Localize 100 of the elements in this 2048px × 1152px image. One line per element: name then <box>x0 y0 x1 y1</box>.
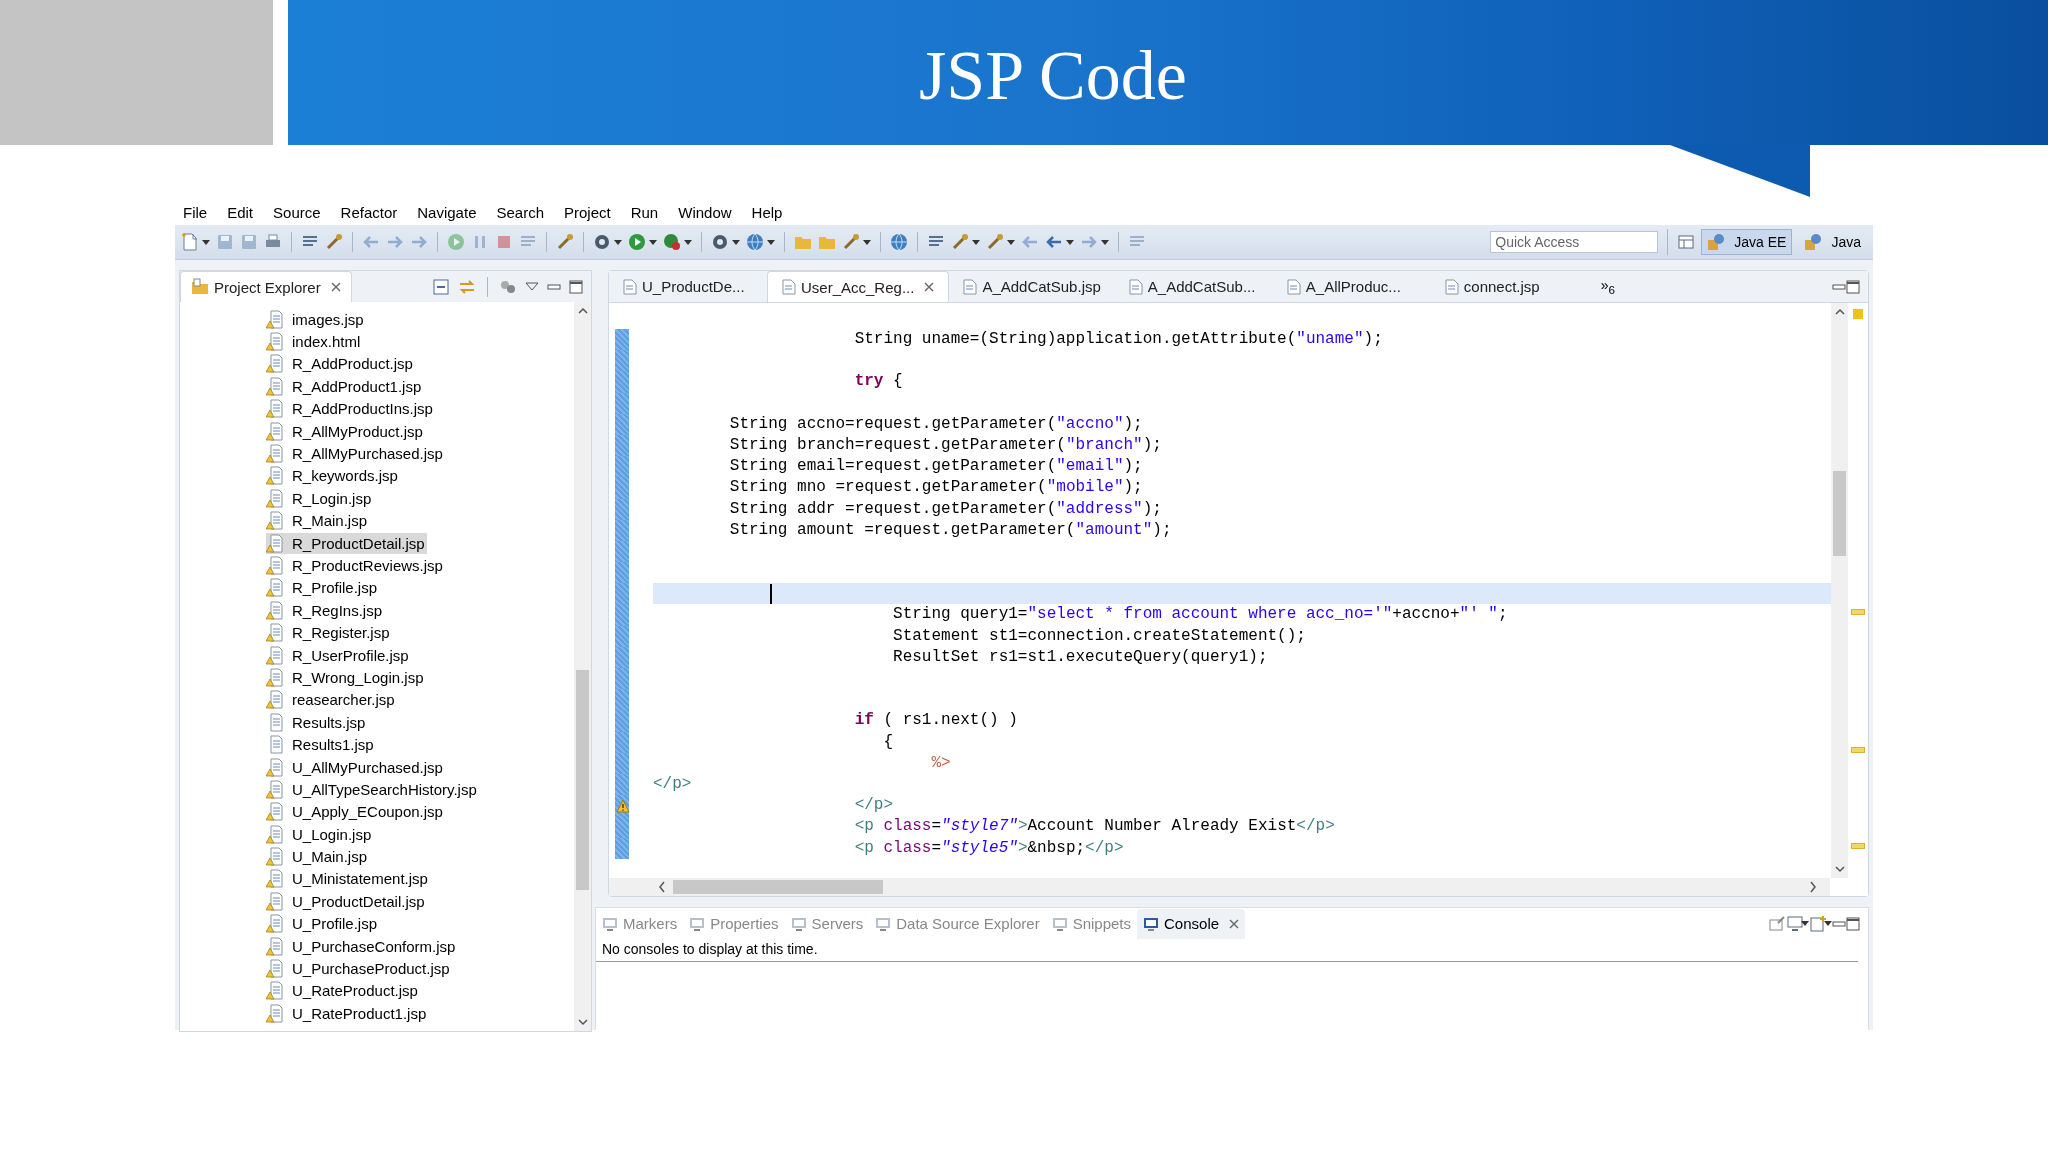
explorer-item[interactable]: R_ProductReviews.jsp <box>266 555 445 576</box>
explorer-item[interactable]: R_AllMyProduct.jsp <box>266 420 425 442</box>
editor-tab[interactable]: U_ProductDe... <box>609 271 767 302</box>
scroll-thumb[interactable] <box>1833 471 1846 556</box>
caret-icon[interactable] <box>1824 921 1832 926</box>
display-console-icon[interactable] <box>1786 914 1804 933</box>
perspective-button[interactable]: Java <box>1798 229 1867 255</box>
explorer-item[interactable]: index.html <box>266 331 363 353</box>
caret-icon[interactable] <box>972 239 980 245</box>
view-tab[interactable]: Servers <box>784 908 870 939</box>
scroll-thumb[interactable] <box>576 670 589 890</box>
explorer-item[interactable]: R_Profile.jsp <box>266 577 380 599</box>
editor-tab[interactable]: connect.jsp <box>1430 271 1589 302</box>
explorer-item[interactable]: R_AddProduct.jsp <box>266 353 415 375</box>
change-bar <box>615 350 629 372</box>
explorer-item[interactable]: U_RateProduct.jsp <box>266 980 420 1002</box>
menu-item[interactable]: File <box>183 203 208 221</box>
caret-icon[interactable] <box>863 239 871 245</box>
view-tab[interactable]: Data Source Explorer <box>869 908 1046 939</box>
minimize-icon[interactable] <box>547 282 561 291</box>
menu-item[interactable]: Project <box>564 203 611 221</box>
more-tabs-button[interactable]: »$_{6}$ <box>1600 277 1616 296</box>
view-tab[interactable]: Snippets <box>1045 908 1137 939</box>
minimize-icon[interactable] <box>1832 919 1846 928</box>
menu-item[interactable]: Source <box>273 203 321 221</box>
change-bar <box>615 837 629 859</box>
maximize-icon[interactable] <box>1846 916 1860 931</box>
caret-icon[interactable] <box>684 239 692 245</box>
document-icon <box>623 278 637 295</box>
menu-item[interactable]: Help <box>751 203 783 221</box>
view-tab[interactable]: Console <box>1137 908 1246 939</box>
explorer-item[interactable]: R_AllMyPurchased.jsp <box>266 443 445 465</box>
explorer-item[interactable]: U_PurchaseProduct.jsp <box>266 958 452 979</box>
link-icon[interactable] <box>458 277 476 296</box>
close-icon[interactable] <box>330 282 341 292</box>
caret-icon[interactable] <box>1066 239 1074 245</box>
collapse-all-icon[interactable] <box>432 277 450 296</box>
explorer-item[interactable]: R_RegIns.jsp <box>266 599 385 621</box>
scrollbar[interactable] <box>609 878 1830 896</box>
scroll-left-icon[interactable] <box>657 880 667 894</box>
stop-icon[interactable] <box>495 233 513 251</box>
perspective-button[interactable]: Java EE <box>1701 229 1793 255</box>
explorer-item[interactable]: R_Login.jsp <box>266 487 374 509</box>
maximize-icon[interactable] <box>1846 279 1860 294</box>
scrollbar[interactable] <box>574 302 591 1031</box>
menu-item[interactable]: Window <box>678 203 732 221</box>
caret-icon[interactable] <box>1801 921 1809 926</box>
menu-item[interactable]: Edit <box>227 203 254 221</box>
explorer-item[interactable]: U_Main.jsp <box>266 846 370 868</box>
view-menu-icon[interactable] <box>525 281 539 292</box>
minimize-icon[interactable] <box>1832 282 1846 291</box>
explorer-item[interactable]: reasearcher.jsp <box>266 689 397 711</box>
editor-tab[interactable]: A_AddCatSub.jsp <box>949 271 1115 302</box>
scrollbar[interactable] <box>1831 303 1848 878</box>
explorer-item[interactable]: images.jsp <box>266 308 366 330</box>
menu-item[interactable]: Search <box>496 203 544 221</box>
view-tab[interactable]: Markers <box>596 908 684 939</box>
explorer-item[interactable]: R_ProductDetail.jsp <box>266 532 427 554</box>
maximize-icon[interactable] <box>569 279 583 294</box>
explorer-item[interactable]: R_keywords.jsp <box>266 465 400 487</box>
menu-item[interactable]: Refactor <box>340 203 398 221</box>
caret-icon[interactable] <box>1007 239 1015 245</box>
quick-access-field[interactable]: Quick Access <box>1490 231 1659 253</box>
caret-icon[interactable] <box>1101 239 1109 245</box>
explorer-item[interactable]: U_Profile.jsp <box>266 913 380 935</box>
close-icon[interactable] <box>1229 918 1240 929</box>
explorer-item[interactable]: Results1.jsp <box>266 734 376 756</box>
view-tab[interactable]: Properties <box>683 908 785 939</box>
close-icon[interactable] <box>924 282 935 292</box>
explorer-item[interactable]: U_AllTypeSearchHistory.jsp <box>266 778 479 800</box>
caret-icon[interactable] <box>732 239 740 245</box>
caret-icon[interactable] <box>767 239 775 245</box>
explorer-item[interactable]: U_AllMyPurchased.jsp <box>266 756 445 778</box>
menu-item[interactable]: Run <box>630 203 659 221</box>
explorer-item[interactable]: U_Login.jsp <box>266 823 374 845</box>
scroll-right-icon[interactable] <box>1808 880 1818 894</box>
explorer-item[interactable]: U_ProductDetail.jsp <box>266 890 427 912</box>
explorer-item[interactable]: U_Apply_ECoupon.jsp <box>266 801 445 823</box>
explorer-item[interactable]: R_UserProfile.jsp <box>266 644 411 666</box>
scroll-thumb[interactable] <box>673 880 883 894</box>
explorer-item[interactable]: R_Wrong_Login.jsp <box>266 666 426 688</box>
explorer-item[interactable]: R_AddProductIns.jsp <box>266 398 435 420</box>
explorer-item[interactable]: Results.jsp <box>266 711 368 733</box>
caret-icon[interactable] <box>614 239 622 245</box>
run-icon[interactable] <box>628 233 646 251</box>
explorer-item[interactable]: R_Register.jsp <box>266 622 392 644</box>
editor-tab[interactable]: A_AllProduc... <box>1272 271 1431 302</box>
explorer-item[interactable]: U_Ministatement.jsp <box>266 868 430 890</box>
menu-item[interactable]: Navigate <box>417 203 477 221</box>
editor-tab[interactable]: User_Acc_Reg... <box>767 271 950 302</box>
globe-icon[interactable] <box>890 233 908 251</box>
open-perspective-icon[interactable] <box>1677 233 1696 251</box>
explorer-item[interactable]: R_Main.jsp <box>266 510 370 532</box>
editor-tab[interactable]: A_AddCatSub... <box>1114 271 1273 302</box>
caret-icon[interactable] <box>202 239 210 245</box>
explorer-item[interactable]: U_PurchaseConform.jsp <box>266 935 458 957</box>
explorer-item[interactable]: U_RateProduct1.jsp <box>266 1002 429 1024</box>
caret-icon[interactable] <box>649 239 657 245</box>
explorer-item[interactable]: R_AddProduct1.jsp <box>266 375 424 397</box>
view-tab[interactable]: Project Explorer <box>180 271 352 302</box>
